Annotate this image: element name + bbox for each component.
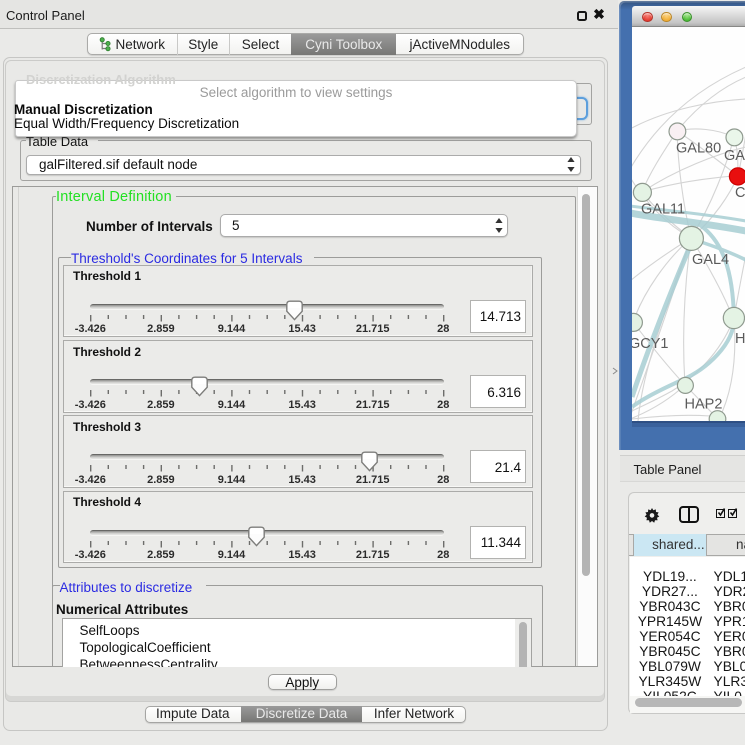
svg-text:C: C bbox=[735, 185, 745, 201]
svg-text:GAL80: GAL80 bbox=[676, 140, 721, 156]
svg-text:H: H bbox=[735, 331, 745, 347]
svg-text:GCY1: GCY1 bbox=[632, 336, 668, 352]
svg-text:GAL11: GAL11 bbox=[641, 201, 685, 217]
svg-text:HAP2: HAP2 bbox=[684, 396, 722, 412]
svg-text:GAL...: GAL... bbox=[724, 148, 745, 164]
svg-text:GAL4: GAL4 bbox=[692, 252, 729, 268]
